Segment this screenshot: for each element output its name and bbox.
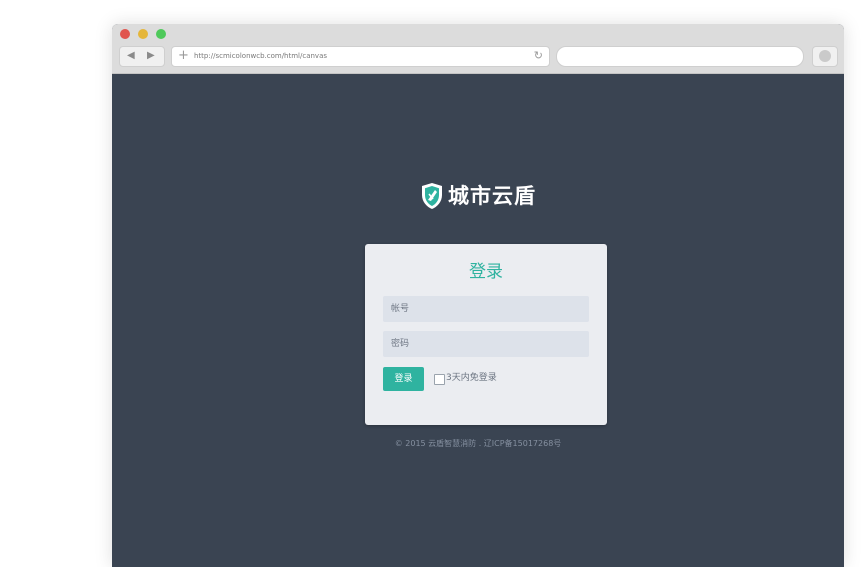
plus-icon[interactable]: + [178, 48, 189, 64]
brand-name: 城市云盾 [448, 184, 536, 208]
extension-button[interactable] [812, 46, 838, 67]
login-button[interactable]: 登录 [383, 367, 424, 391]
maximize-light-icon[interactable] [156, 29, 166, 39]
password-input[interactable] [383, 331, 589, 357]
login-card: 登录 登录 3天内免登录 [365, 244, 607, 425]
url-text[interactable]: http://scmicolonwcb.com/html/canvas [194, 50, 327, 62]
nav-buttons: ◀ ▶ [119, 46, 165, 67]
back-button[interactable]: ◀ [127, 49, 135, 63]
username-input[interactable] [383, 296, 589, 322]
close-light-icon[interactable] [120, 29, 130, 39]
forward-button[interactable]: ▶ [147, 49, 155, 63]
reload-icon[interactable]: ↻ [534, 49, 543, 63]
minimize-light-icon[interactable] [138, 29, 148, 39]
extension-icon [819, 50, 831, 62]
browser-toolbar: ◀ ▶ + http://scmicolonwcb.com/html/canva… [112, 24, 844, 74]
remember-checkbox[interactable] [434, 374, 445, 385]
copyright-footer: © 2015 云盾智慧消防 . 辽ICP备15017268号 [394, 439, 562, 448]
shield-icon [422, 183, 442, 209]
search-bar[interactable] [556, 46, 804, 67]
login-title: 登录 [469, 262, 503, 282]
browser-window: ◀ ▶ + http://scmicolonwcb.com/html/canva… [112, 24, 844, 567]
remember-label[interactable]: 3天内免登录 [446, 372, 497, 385]
address-bar[interactable]: + http://scmicolonwcb.com/html/canvas ↻ [171, 46, 550, 67]
page-content: 城市云盾 登录 登录 3天内免登录 © 2015 云盾智慧消防 . 辽ICP备1… [112, 74, 844, 567]
